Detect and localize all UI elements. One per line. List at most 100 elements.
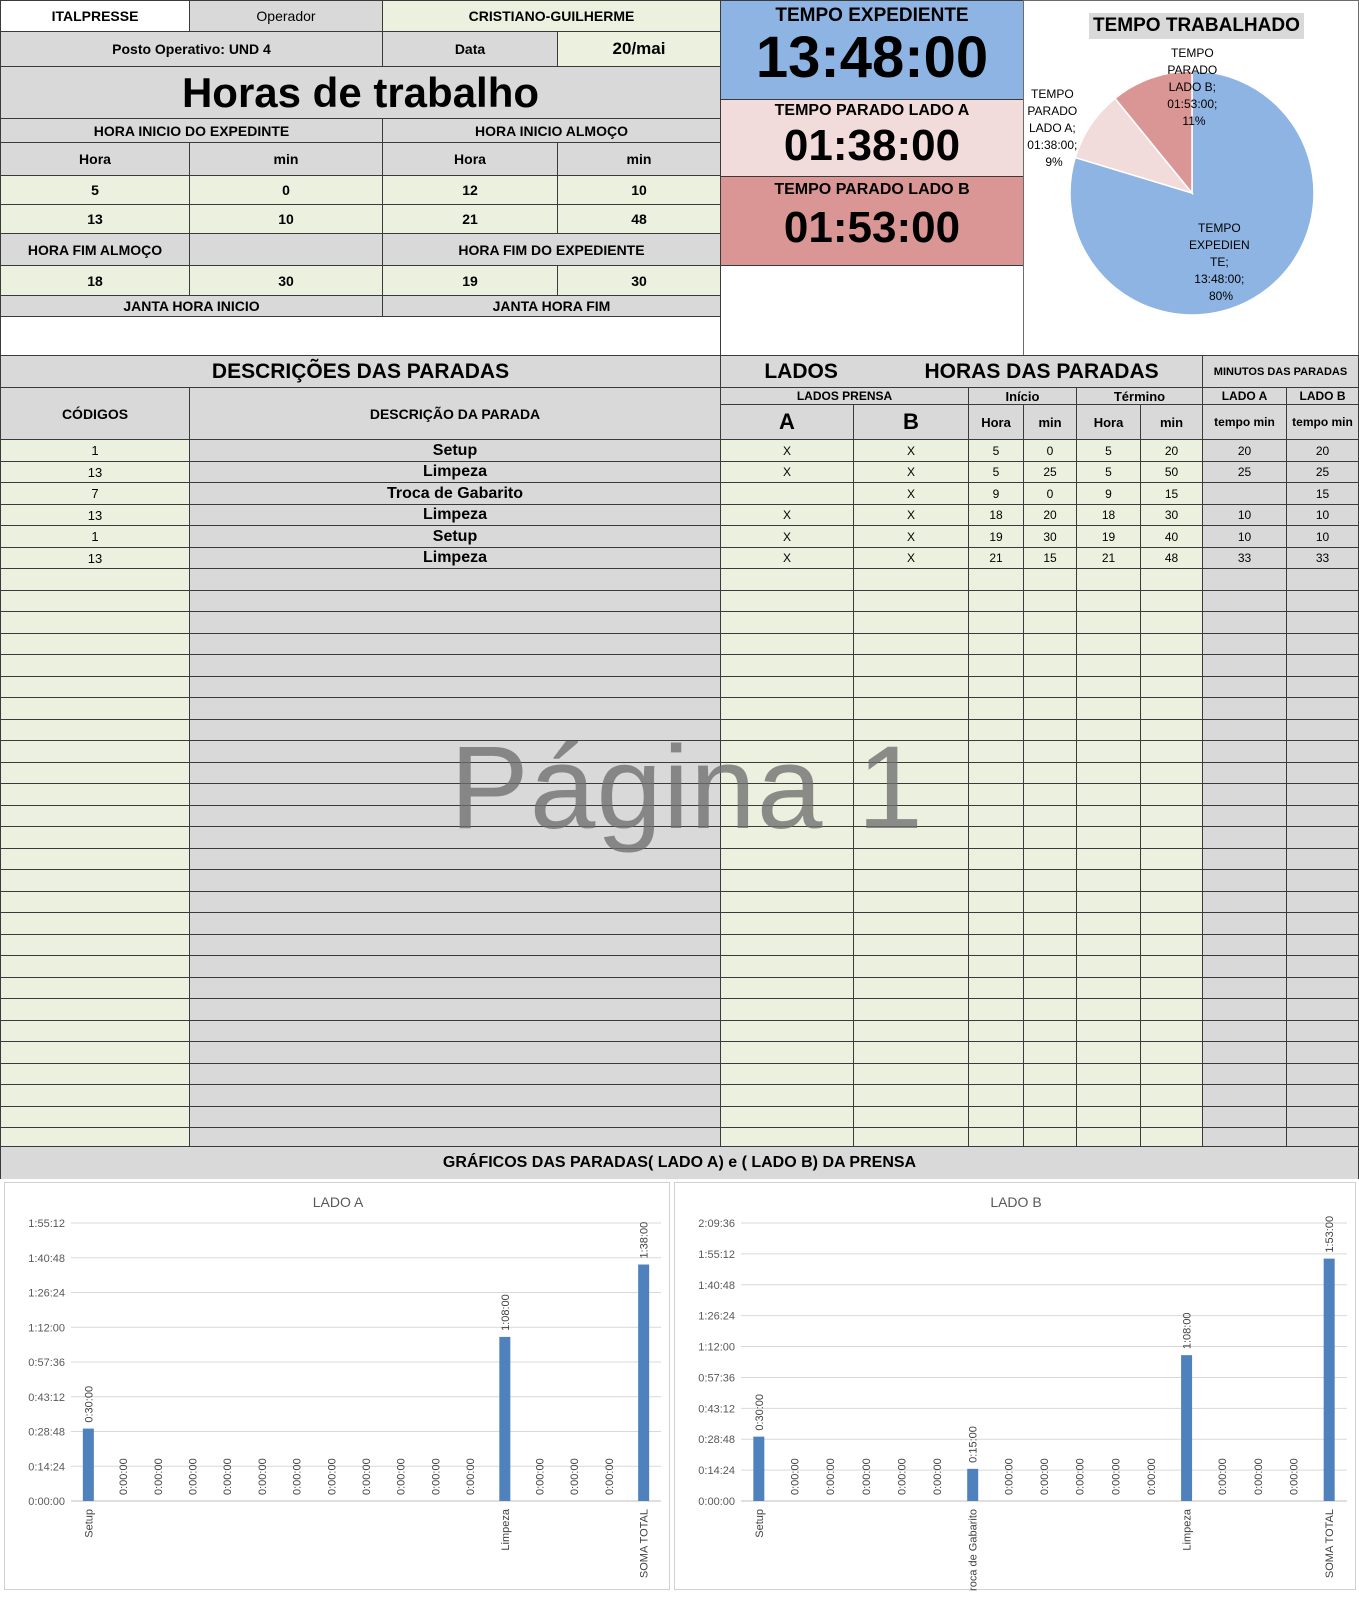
stop-cell-ma[interactable]: 33 — [1202, 547, 1287, 569]
schedule-cell[interactable]: 18 — [0, 265, 190, 296]
empty-cell[interactable] — [189, 1063, 721, 1085]
empty-cell[interactable] — [1023, 848, 1077, 870]
empty-cell[interactable] — [1202, 934, 1287, 956]
empty-cell[interactable] — [0, 912, 190, 935]
empty-cell[interactable] — [1286, 1063, 1359, 1085]
schedule-cell[interactable]: 5 — [0, 175, 190, 205]
empty-cell[interactable] — [1140, 740, 1203, 763]
empty-cell[interactable] — [1023, 590, 1077, 612]
empty-cell[interactable] — [720, 998, 854, 1021]
empty-cell[interactable] — [1023, 1041, 1077, 1064]
empty-cell[interactable] — [189, 934, 721, 956]
empty-cell[interactable] — [1023, 1084, 1077, 1107]
empty-cell[interactable] — [1023, 783, 1077, 806]
empty-cell[interactable] — [189, 805, 721, 827]
stop-cell-b[interactable]: X — [853, 547, 969, 569]
empty-cell[interactable] — [968, 1020, 1024, 1042]
empty-cell[interactable] — [968, 590, 1024, 612]
empty-cell[interactable] — [1202, 1020, 1287, 1042]
empty-cell[interactable] — [720, 1041, 854, 1064]
empty-cell[interactable] — [720, 719, 854, 741]
empty-cell[interactable] — [1202, 740, 1287, 763]
stop-cell-b[interactable]: X — [853, 504, 969, 526]
empty-cell[interactable] — [720, 848, 854, 870]
empty-cell[interactable] — [1202, 1106, 1287, 1128]
stop-cell-b[interactable]: X — [853, 525, 969, 548]
empty-cell[interactable] — [968, 611, 1024, 634]
empty-cell[interactable] — [1023, 719, 1077, 741]
empty-cell[interactable] — [1202, 568, 1287, 591]
stop-cell-code[interactable]: 7 — [0, 482, 190, 505]
empty-cell[interactable] — [189, 740, 721, 763]
empty-cell[interactable] — [0, 611, 190, 634]
stop-cell-tm[interactable]: 20 — [1140, 439, 1203, 462]
empty-cell[interactable] — [1023, 912, 1077, 935]
empty-cell[interactable] — [1023, 826, 1077, 849]
empty-cell[interactable] — [968, 826, 1024, 849]
empty-cell[interactable] — [720, 611, 854, 634]
empty-cell[interactable] — [189, 633, 721, 655]
empty-cell[interactable] — [1202, 869, 1287, 892]
empty-cell[interactable] — [1023, 654, 1077, 677]
stop-cell-th[interactable]: 5 — [1076, 461, 1141, 483]
empty-cell[interactable] — [1076, 998, 1141, 1021]
empty-cell[interactable] — [968, 633, 1024, 655]
empty-cell[interactable] — [1286, 977, 1359, 999]
empty-cell[interactable] — [1140, 654, 1203, 677]
empty-cell[interactable] — [0, 762, 190, 784]
empty-cell[interactable] — [1140, 568, 1203, 591]
empty-cell[interactable] — [853, 633, 969, 655]
empty-cell[interactable] — [1202, 977, 1287, 999]
stop-cell-a[interactable]: X — [720, 504, 854, 526]
empty-cell[interactable] — [0, 977, 190, 999]
empty-cell[interactable] — [720, 1084, 854, 1107]
stop-cell-tm[interactable]: 48 — [1140, 547, 1203, 569]
empty-cell[interactable] — [0, 719, 190, 741]
empty-cell[interactable] — [0, 676, 190, 698]
stop-cell-im[interactable]: 25 — [1023, 461, 1077, 483]
empty-cell[interactable] — [189, 676, 721, 698]
stop-cell-im[interactable]: 0 — [1023, 439, 1077, 462]
stop-cell-th[interactable]: 21 — [1076, 547, 1141, 569]
empty-cell[interactable] — [1023, 611, 1077, 634]
empty-cell[interactable] — [0, 891, 190, 913]
stop-cell-ma[interactable]: 10 — [1202, 504, 1287, 526]
empty-cell[interactable] — [1202, 1084, 1287, 1107]
empty-cell[interactable] — [720, 1020, 854, 1042]
empty-cell[interactable] — [968, 1084, 1024, 1107]
empty-cell[interactable] — [0, 568, 190, 591]
empty-cell[interactable] — [1140, 1041, 1203, 1064]
empty-cell[interactable] — [720, 740, 854, 763]
empty-cell[interactable] — [1202, 848, 1287, 870]
empty-cell[interactable] — [853, 762, 969, 784]
empty-cell[interactable] — [968, 1063, 1024, 1085]
empty-cell[interactable] — [1140, 633, 1203, 655]
empty-cell[interactable] — [1286, 955, 1359, 978]
stop-cell-a[interactable]: X — [720, 525, 854, 548]
stop-cell-code[interactable]: 1 — [0, 525, 190, 548]
empty-cell[interactable] — [1286, 719, 1359, 741]
stop-cell-desc[interactable]: Limpeza — [189, 504, 721, 526]
empty-cell[interactable] — [1076, 1106, 1141, 1128]
empty-cell[interactable] — [189, 568, 721, 591]
empty-cell[interactable] — [968, 719, 1024, 741]
empty-cell[interactable] — [1076, 568, 1141, 591]
empty-cell[interactable] — [1023, 1020, 1077, 1042]
empty-cell[interactable] — [1140, 1084, 1203, 1107]
empty-cell[interactable] — [1023, 676, 1077, 698]
stop-cell-tm[interactable]: 50 — [1140, 461, 1203, 483]
schedule-cell[interactable]: 13 — [0, 204, 190, 234]
empty-cell[interactable] — [1286, 1084, 1359, 1107]
empty-cell[interactable] — [853, 891, 969, 913]
empty-cell[interactable] — [853, 676, 969, 698]
empty-cell[interactable] — [0, 869, 190, 892]
empty-cell[interactable] — [853, 654, 969, 677]
empty-cell[interactable] — [0, 934, 190, 956]
stop-cell-desc[interactable]: Limpeza — [189, 461, 721, 483]
empty-cell[interactable] — [720, 891, 854, 913]
empty-cell[interactable] — [1140, 783, 1203, 806]
stop-cell-mb[interactable]: 15 — [1286, 482, 1359, 505]
stop-cell-ih[interactable]: 9 — [968, 482, 1024, 505]
empty-cell[interactable] — [968, 955, 1024, 978]
empty-cell[interactable] — [1202, 912, 1287, 935]
